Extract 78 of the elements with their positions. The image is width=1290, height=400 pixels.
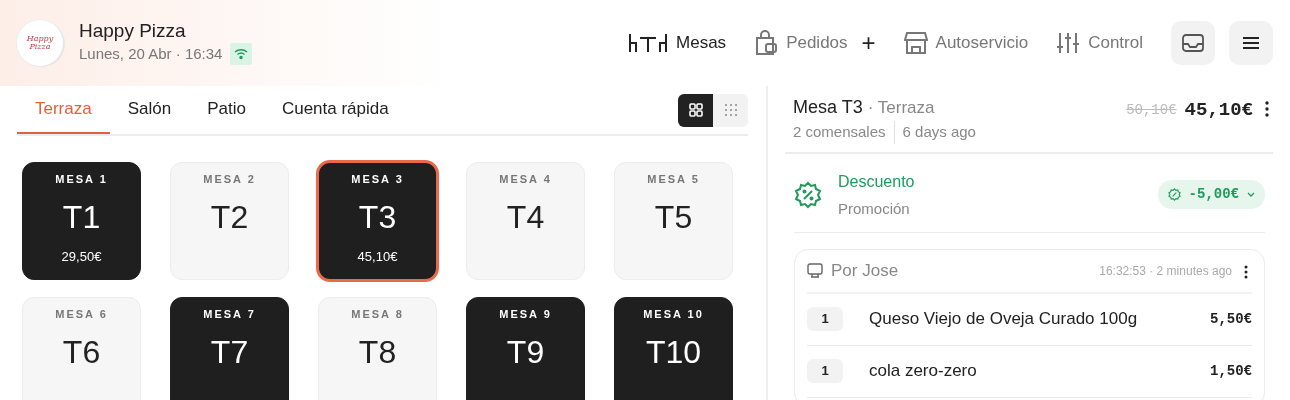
table-name: T9: [506, 334, 545, 370]
item-price: 5,50€: [1210, 309, 1252, 329]
table-card[interactable]: MESA 7 T7: [170, 297, 289, 400]
menu-icon: [1243, 37, 1259, 49]
menu-button[interactable]: [1229, 21, 1273, 65]
discount-title: Descuento: [838, 171, 915, 192]
bag-icon: [754, 30, 779, 56]
order-timestamp: 16:32:53 · 2 minutes ago: [1099, 262, 1232, 280]
item-name: Queso Viejo de Oveja Curado 100g: [869, 308, 1138, 331]
view-toggle[interactable]: [678, 93, 713, 127]
order-title: Mesa T3: [793, 97, 863, 117]
table-name: T4: [506, 199, 545, 235]
table-amount: 29,50€: [61, 247, 102, 266]
table-card[interactable]: MESA 9 T9: [466, 297, 585, 400]
table-card[interactable]: MESA 5 T5: [614, 162, 733, 280]
table-card[interactable]: MESA 1 T1 29,50€: [22, 162, 141, 280]
discount-type: Promoción: [838, 198, 911, 219]
table-label: MESA 1: [55, 172, 108, 187]
table-name: T1: [62, 199, 101, 235]
order-area: · Terraza: [867, 98, 935, 117]
table-name: T6: [62, 334, 101, 370]
terminal-icon: [807, 262, 823, 279]
sliders-icon: [1056, 31, 1081, 55]
dots-grid-icon: [724, 104, 737, 116]
table-label: MESA 8: [351, 307, 404, 322]
logo: Happy Pizza: [17, 20, 63, 66]
nav-tab[interactable]: Autoservicio: [903, 30, 1029, 56]
order-author: Por Jose: [831, 260, 899, 282]
quantity: 1: [807, 307, 843, 331]
table-name: T5: [654, 199, 693, 235]
table-label: MESA 2: [203, 172, 256, 187]
table-card[interactable]: MESA 10 T10: [614, 297, 733, 400]
original-total: 50,10€: [1126, 101, 1177, 120]
table-amount: 45,10€: [357, 247, 398, 266]
store-icon: [903, 31, 928, 55]
table-label: MESA 10: [643, 307, 704, 322]
nav-tab[interactable]: Mesas: [628, 30, 727, 56]
area-tab[interactable]: Terraza: [17, 86, 110, 134]
chevron-down-icon: [1247, 192, 1255, 198]
table-label: MESA 7: [203, 307, 256, 322]
nav-tab[interactable]: Pedidos: [754, 30, 848, 56]
area-tab[interactable]: Cuenta rápida: [263, 86, 407, 134]
item-name: cola zero-zero: [869, 360, 977, 383]
table-name: T2: [210, 199, 249, 235]
grid-icon: [688, 103, 703, 117]
drawer-icon: [1182, 34, 1204, 52]
discount-icon: [1167, 188, 1181, 202]
tables-icon: [628, 32, 669, 54]
more-icon: [1244, 264, 1248, 279]
table-card[interactable]: MESA 3 T3 45,10€: [318, 162, 437, 280]
table-card[interactable]: MESA 8 T8: [318, 297, 437, 400]
area-tab[interactable]: Salón: [109, 86, 190, 134]
view-toggle[interactable]: [713, 93, 748, 127]
nav-tab[interactable]: Control: [1056, 30, 1143, 56]
table-name: T8: [358, 334, 397, 370]
table-name: T7: [210, 334, 249, 370]
quantity: 1: [807, 359, 843, 383]
drawer-button[interactable]: [1171, 21, 1215, 65]
table-card[interactable]: MESA 4 T4: [466, 162, 585, 280]
order-total: 45,10€: [1184, 98, 1253, 123]
discount-icon: [794, 180, 822, 209]
table-card[interactable]: MESA 6 T6: [22, 297, 141, 400]
table-label: MESA 3: [351, 172, 404, 187]
table-name: T10: [645, 334, 702, 370]
guest-count: 2 comensales: [793, 121, 895, 144]
table-label: MESA 4: [499, 172, 552, 187]
table-label: MESA 5: [647, 172, 700, 187]
order-age: 6 days ago: [901, 122, 976, 142]
date-time: Lunes, 20 Abr · 16:34: [79, 44, 223, 65]
app-title: Happy Pizza: [79, 20, 187, 44]
table-label: MESA 9: [499, 307, 552, 322]
add-button[interactable]: +: [861, 25, 876, 61]
table-card[interactable]: MESA 2 T2: [170, 162, 289, 280]
table-label: MESA 6: [55, 307, 108, 322]
more-icon: [1265, 100, 1269, 117]
table-name: T3: [358, 199, 397, 235]
area-tab[interactable]: Patio: [189, 86, 264, 134]
item-price: 1,50€: [1210, 361, 1252, 381]
